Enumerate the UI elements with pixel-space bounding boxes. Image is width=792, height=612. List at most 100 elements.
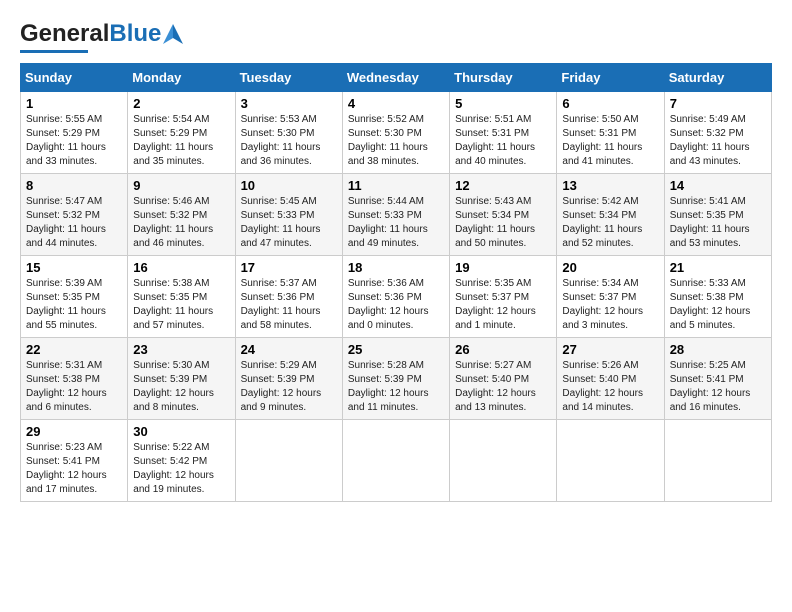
- calendar-cell: [235, 420, 342, 502]
- day-info: Sunrise: 5:47 AM Sunset: 5:32 PM Dayligh…: [26, 195, 122, 251]
- day-number: 20: [562, 260, 658, 275]
- day-info: Sunrise: 5:51 AM Sunset: 5:31 PM Dayligh…: [455, 113, 551, 169]
- calendar-cell: 12 Sunrise: 5:43 AM Sunset: 5:34 PM Dayl…: [450, 174, 557, 256]
- day-info: Sunrise: 5:53 AM Sunset: 5:30 PM Dayligh…: [241, 113, 337, 169]
- day-number: 5: [455, 96, 551, 111]
- weekday-header-saturday: Saturday: [664, 64, 771, 92]
- day-number: 12: [455, 178, 551, 193]
- day-number: 8: [26, 178, 122, 193]
- day-number: 14: [670, 178, 766, 193]
- day-info: Sunrise: 5:49 AM Sunset: 5:32 PM Dayligh…: [670, 113, 766, 169]
- day-info: Sunrise: 5:36 AM Sunset: 5:36 PM Dayligh…: [348, 277, 444, 333]
- day-info: Sunrise: 5:35 AM Sunset: 5:37 PM Dayligh…: [455, 277, 551, 333]
- calendar-week-row: 8 Sunrise: 5:47 AM Sunset: 5:32 PM Dayli…: [21, 174, 772, 256]
- calendar-cell: 10 Sunrise: 5:45 AM Sunset: 5:33 PM Dayl…: [235, 174, 342, 256]
- day-number: 18: [348, 260, 444, 275]
- day-number: 15: [26, 260, 122, 275]
- day-info: Sunrise: 5:38 AM Sunset: 5:35 PM Dayligh…: [133, 277, 229, 333]
- calendar-cell: 11 Sunrise: 5:44 AM Sunset: 5:33 PM Dayl…: [342, 174, 449, 256]
- day-number: 1: [26, 96, 122, 111]
- day-info: Sunrise: 5:29 AM Sunset: 5:39 PM Dayligh…: [241, 359, 337, 415]
- calendar-week-row: 29 Sunrise: 5:23 AM Sunset: 5:41 PM Dayl…: [21, 420, 772, 502]
- day-info: Sunrise: 5:39 AM Sunset: 5:35 PM Dayligh…: [26, 277, 122, 333]
- calendar-cell: 27 Sunrise: 5:26 AM Sunset: 5:40 PM Dayl…: [557, 338, 664, 420]
- day-number: 27: [562, 342, 658, 357]
- calendar-week-row: 22 Sunrise: 5:31 AM Sunset: 5:38 PM Dayl…: [21, 338, 772, 420]
- calendar-cell: 28 Sunrise: 5:25 AM Sunset: 5:41 PM Dayl…: [664, 338, 771, 420]
- calendar-cell: [450, 420, 557, 502]
- day-number: 17: [241, 260, 337, 275]
- calendar-cell: 15 Sunrise: 5:39 AM Sunset: 5:35 PM Dayl…: [21, 256, 128, 338]
- day-info: Sunrise: 5:31 AM Sunset: 5:38 PM Dayligh…: [26, 359, 122, 415]
- logo-underline: [20, 50, 88, 53]
- calendar-cell: 3 Sunrise: 5:53 AM Sunset: 5:30 PM Dayli…: [235, 92, 342, 174]
- day-info: Sunrise: 5:52 AM Sunset: 5:30 PM Dayligh…: [348, 113, 444, 169]
- calendar-cell: [557, 420, 664, 502]
- calendar-table: SundayMondayTuesdayWednesdayThursdayFrid…: [20, 63, 772, 502]
- day-info: Sunrise: 5:23 AM Sunset: 5:41 PM Dayligh…: [26, 441, 122, 497]
- calendar-cell: 7 Sunrise: 5:49 AM Sunset: 5:32 PM Dayli…: [664, 92, 771, 174]
- day-info: Sunrise: 5:37 AM Sunset: 5:36 PM Dayligh…: [241, 277, 337, 333]
- weekday-header-monday: Monday: [128, 64, 235, 92]
- day-number: 9: [133, 178, 229, 193]
- day-info: Sunrise: 5:22 AM Sunset: 5:42 PM Dayligh…: [133, 441, 229, 497]
- day-number: 26: [455, 342, 551, 357]
- calendar-header-row: SundayMondayTuesdayWednesdayThursdayFrid…: [21, 64, 772, 92]
- calendar-cell: 14 Sunrise: 5:41 AM Sunset: 5:35 PM Dayl…: [664, 174, 771, 256]
- calendar-cell: 24 Sunrise: 5:29 AM Sunset: 5:39 PM Dayl…: [235, 338, 342, 420]
- calendar-cell: 22 Sunrise: 5:31 AM Sunset: 5:38 PM Dayl…: [21, 338, 128, 420]
- day-info: Sunrise: 5:45 AM Sunset: 5:33 PM Dayligh…: [241, 195, 337, 251]
- logo: GeneralBlue: [20, 20, 183, 53]
- day-info: Sunrise: 5:28 AM Sunset: 5:39 PM Dayligh…: [348, 359, 444, 415]
- weekday-header-wednesday: Wednesday: [342, 64, 449, 92]
- calendar-cell: 16 Sunrise: 5:38 AM Sunset: 5:35 PM Dayl…: [128, 256, 235, 338]
- calendar-cell: 29 Sunrise: 5:23 AM Sunset: 5:41 PM Dayl…: [21, 420, 128, 502]
- weekday-header-tuesday: Tuesday: [235, 64, 342, 92]
- day-number: 30: [133, 424, 229, 439]
- logo-icon: [163, 24, 183, 44]
- calendar-cell: 17 Sunrise: 5:37 AM Sunset: 5:36 PM Dayl…: [235, 256, 342, 338]
- day-number: 10: [241, 178, 337, 193]
- day-number: 19: [455, 260, 551, 275]
- day-info: Sunrise: 5:55 AM Sunset: 5:29 PM Dayligh…: [26, 113, 122, 169]
- calendar-cell: 30 Sunrise: 5:22 AM Sunset: 5:42 PM Dayl…: [128, 420, 235, 502]
- calendar-cell: 26 Sunrise: 5:27 AM Sunset: 5:40 PM Dayl…: [450, 338, 557, 420]
- day-number: 23: [133, 342, 229, 357]
- day-number: 2: [133, 96, 229, 111]
- calendar-cell: 19 Sunrise: 5:35 AM Sunset: 5:37 PM Dayl…: [450, 256, 557, 338]
- calendar-cell: 23 Sunrise: 5:30 AM Sunset: 5:39 PM Dayl…: [128, 338, 235, 420]
- day-info: Sunrise: 5:30 AM Sunset: 5:39 PM Dayligh…: [133, 359, 229, 415]
- day-number: 3: [241, 96, 337, 111]
- day-number: 29: [26, 424, 122, 439]
- day-info: Sunrise: 5:50 AM Sunset: 5:31 PM Dayligh…: [562, 113, 658, 169]
- calendar-cell: [664, 420, 771, 502]
- calendar-cell: [342, 420, 449, 502]
- calendar-week-row: 1 Sunrise: 5:55 AM Sunset: 5:29 PM Dayli…: [21, 92, 772, 174]
- day-info: Sunrise: 5:33 AM Sunset: 5:38 PM Dayligh…: [670, 277, 766, 333]
- calendar-cell: 5 Sunrise: 5:51 AM Sunset: 5:31 PM Dayli…: [450, 92, 557, 174]
- day-info: Sunrise: 5:26 AM Sunset: 5:40 PM Dayligh…: [562, 359, 658, 415]
- day-info: Sunrise: 5:54 AM Sunset: 5:29 PM Dayligh…: [133, 113, 229, 169]
- calendar-cell: 18 Sunrise: 5:36 AM Sunset: 5:36 PM Dayl…: [342, 256, 449, 338]
- calendar-cell: 9 Sunrise: 5:46 AM Sunset: 5:32 PM Dayli…: [128, 174, 235, 256]
- logo-text: GeneralBlue: [20, 20, 161, 48]
- calendar-cell: 25 Sunrise: 5:28 AM Sunset: 5:39 PM Dayl…: [342, 338, 449, 420]
- calendar-cell: 13 Sunrise: 5:42 AM Sunset: 5:34 PM Dayl…: [557, 174, 664, 256]
- calendar-cell: 20 Sunrise: 5:34 AM Sunset: 5:37 PM Dayl…: [557, 256, 664, 338]
- day-number: 24: [241, 342, 337, 357]
- weekday-header-friday: Friday: [557, 64, 664, 92]
- calendar-week-row: 15 Sunrise: 5:39 AM Sunset: 5:35 PM Dayl…: [21, 256, 772, 338]
- day-number: 7: [670, 96, 766, 111]
- calendar-cell: 2 Sunrise: 5:54 AM Sunset: 5:29 PM Dayli…: [128, 92, 235, 174]
- day-number: 11: [348, 178, 444, 193]
- day-info: Sunrise: 5:27 AM Sunset: 5:40 PM Dayligh…: [455, 359, 551, 415]
- day-info: Sunrise: 5:43 AM Sunset: 5:34 PM Dayligh…: [455, 195, 551, 251]
- calendar-cell: 6 Sunrise: 5:50 AM Sunset: 5:31 PM Dayli…: [557, 92, 664, 174]
- calendar-cell: 21 Sunrise: 5:33 AM Sunset: 5:38 PM Dayl…: [664, 256, 771, 338]
- calendar-cell: 4 Sunrise: 5:52 AM Sunset: 5:30 PM Dayli…: [342, 92, 449, 174]
- day-number: 28: [670, 342, 766, 357]
- day-number: 13: [562, 178, 658, 193]
- page-header: GeneralBlue: [20, 20, 772, 53]
- calendar-cell: 8 Sunrise: 5:47 AM Sunset: 5:32 PM Dayli…: [21, 174, 128, 256]
- day-number: 4: [348, 96, 444, 111]
